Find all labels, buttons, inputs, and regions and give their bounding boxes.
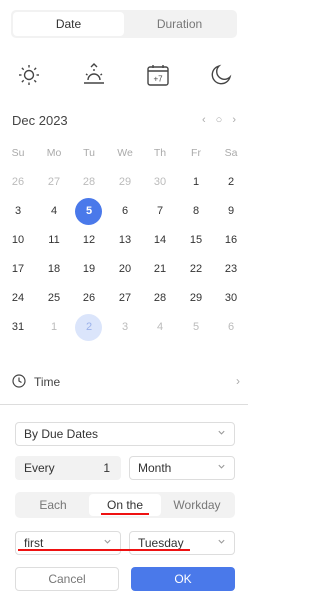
month-header: Dec 2023 ‹ ○ › [12, 113, 240, 131]
tab-date[interactable]: Date [13, 12, 124, 36]
time-row[interactable]: Time › [12, 372, 240, 392]
calendar-plus7-icon[interactable]: +7 [143, 60, 173, 90]
day-cell[interactable]: 26 [76, 288, 102, 308]
cancel-button[interactable]: Cancel [15, 567, 119, 591]
highlighted-day-cell[interactable]: 2 [75, 314, 102, 341]
day-cell[interactable]: 27 [112, 288, 138, 308]
weekday-label: Tu [83, 147, 95, 159]
day-cell[interactable]: 3 [5, 201, 31, 221]
day-cell[interactable]: 16 [218, 230, 244, 250]
annotation-underline [101, 513, 149, 515]
day-cell[interactable]: 15 [183, 230, 209, 250]
day-cell[interactable]: 5 [183, 317, 209, 337]
divider [0, 404, 248, 405]
day-cell[interactable]: 8 [183, 201, 209, 221]
weekday-label: We [117, 147, 133, 159]
day-cell[interactable]: 31 [5, 317, 31, 337]
segment-workday[interactable]: Workday [161, 494, 233, 516]
day-cell[interactable]: 6 [112, 201, 138, 221]
day-cell[interactable]: 6 [218, 317, 244, 337]
day-cell[interactable]: 28 [76, 172, 102, 192]
ordinal-select[interactable]: first [15, 531, 121, 555]
day-cell[interactable]: 12 [76, 230, 102, 250]
weekday-label: Fr [191, 147, 201, 159]
annotation-underline [18, 549, 190, 551]
week-row: 26 27 28 29 30 1 2 [0, 172, 248, 192]
weekday-header: Su Mo Tu We Th Fr Sa [0, 143, 248, 163]
week-row: 10 11 12 13 14 15 16 [0, 230, 248, 250]
tab-duration[interactable]: Duration [124, 12, 235, 36]
week-row: 17 18 19 20 21 22 23 [0, 259, 248, 279]
weekday-label: Su [11, 147, 25, 159]
day-cell[interactable]: 26 [5, 172, 31, 192]
segment-each[interactable]: Each [17, 494, 89, 516]
clock-icon [12, 373, 26, 391]
day-cell[interactable]: 18 [41, 259, 67, 279]
chevron-down-icon [218, 539, 225, 544]
day-cell[interactable]: 7 [147, 201, 173, 221]
calendar-badge: +7 [153, 75, 163, 84]
week-row: 3 4 5 6 7 8 9 [0, 198, 248, 225]
day-cell[interactable]: 2 [218, 172, 244, 192]
day-cell[interactable]: 13 [112, 230, 138, 250]
weekday-label: Mo [46, 147, 62, 159]
moon-icon[interactable] [206, 60, 236, 90]
day-cell[interactable]: 4 [147, 317, 173, 337]
weekday-value: Tuesday [138, 536, 184, 550]
day-cell[interactable]: 24 [5, 288, 31, 308]
selected-day-cell[interactable]: 5 [75, 198, 102, 225]
chevron-down-icon [218, 464, 225, 469]
day-cell[interactable]: 1 [41, 317, 67, 337]
prev-month-icon[interactable]: ‹ [202, 114, 206, 126]
day-cell[interactable]: 17 [5, 259, 31, 279]
repeat-mode-value: By Due Dates [24, 427, 99, 441]
day-cell[interactable]: 9 [218, 201, 244, 221]
interval-field[interactable]: Every 1 [15, 456, 121, 480]
day-cell[interactable]: 3 [112, 317, 138, 337]
chevron-right-icon: › [236, 374, 240, 388]
day-cell[interactable]: 10 [5, 230, 31, 250]
week-row: 31 1 2 3 4 5 6 [0, 314, 248, 341]
ordinal-value: first [24, 536, 44, 550]
day-cell[interactable]: 14 [147, 230, 173, 250]
week-row: 24 25 26 27 28 29 30 [0, 288, 248, 308]
weekday-select[interactable]: Tuesday [129, 531, 235, 555]
mode-tabs: Date Duration [11, 10, 237, 38]
sun-icon[interactable] [14, 60, 44, 90]
day-cell[interactable]: 4 [41, 201, 67, 221]
day-cell[interactable]: 29 [112, 172, 138, 192]
day-cell[interactable]: 11 [41, 230, 67, 250]
month-label: Dec 2023 [12, 113, 68, 128]
day-cell[interactable]: 20 [112, 259, 138, 279]
time-label: Time [34, 375, 61, 389]
ok-button[interactable]: OK [131, 567, 235, 591]
unit-value: Month [138, 461, 172, 475]
day-cell[interactable]: 21 [147, 259, 173, 279]
day-cell[interactable]: 29 [183, 288, 209, 308]
chevron-down-icon [104, 539, 111, 544]
repeat-mode-select[interactable]: By Due Dates [15, 422, 235, 446]
every-label: Every [24, 461, 55, 475]
day-cell[interactable]: 19 [76, 259, 102, 279]
chevron-down-icon [218, 430, 225, 435]
unit-select[interactable]: Month [129, 456, 235, 480]
quick-date-row: +7 [0, 60, 248, 90]
day-cell[interactable]: 25 [41, 288, 67, 308]
day-cell[interactable]: 28 [147, 288, 173, 308]
day-cell[interactable]: 22 [183, 259, 209, 279]
day-cell[interactable]: 30 [147, 172, 173, 192]
weekday-label: Th [153, 147, 167, 159]
day-cell[interactable]: 23 [218, 259, 244, 279]
interval-value: 1 [103, 461, 110, 475]
day-cell[interactable]: 27 [41, 172, 67, 192]
day-cell[interactable]: 1 [183, 172, 209, 192]
today-dot-icon[interactable]: ○ [216, 114, 223, 126]
sunrise-icon[interactable] [79, 60, 109, 90]
weekday-label: Sa [224, 147, 238, 159]
day-cell[interactable]: 30 [218, 288, 244, 308]
next-month-icon[interactable]: › [232, 114, 236, 126]
